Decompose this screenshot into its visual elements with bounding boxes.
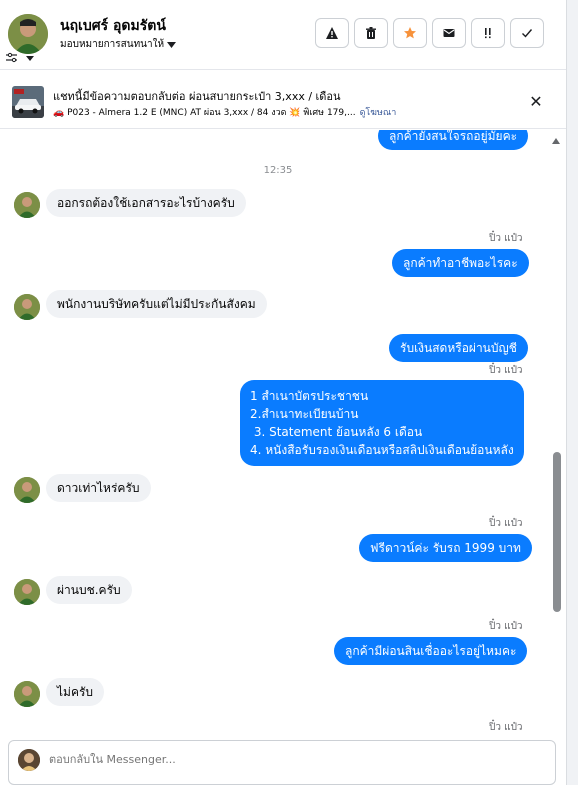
page-avatar-image <box>18 749 40 771</box>
message-bubble-incoming: ออกรถต้องใช้เอกสารอะไรบ้างครับ <box>46 189 246 217</box>
view-ad-link[interactable]: ดูโฆษณา <box>360 105 397 119</box>
message-timestamp: 12:35 <box>263 165 293 176</box>
check-icon <box>522 29 533 38</box>
contact-avatar-small[interactable] <box>14 579 40 605</box>
ad-reply-banner: แชทนี้มีข้อความตอบกลับต่อ ผ่อนสบายกระเป๋… <box>0 71 566 129</box>
contact-avatar[interactable] <box>8 14 48 54</box>
mark-unread-button[interactable] <box>432 18 466 48</box>
message-line: 4. หนังสือรับรองเงินเดือนหรือสลิปเงินเดื… <box>250 443 514 457</box>
warning-icon <box>326 27 338 39</box>
ad-thumbnail[interactable] <box>12 86 44 118</box>
avatar-image <box>14 681 40 707</box>
car-image <box>12 86 44 118</box>
assign-label: มอบหมายการสนทนาให้ <box>60 39 165 50</box>
message-bubble-outgoing: ลูกค้ายังสนใจรถอยู่มั้ยคะ <box>378 130 529 150</box>
message-bubble-incoming: ไม่ครับ <box>46 678 105 706</box>
conversation-header: นฤเบศร์ อุดมรัตน์ มอบหมายการสนทนาให้ <box>0 0 566 70</box>
message-bubble-incoming: ดาวเท่าไหร่ครับ <box>46 474 151 502</box>
message-line: 1 สำเนาบัตรประชาชน <box>250 389 369 403</box>
contact-avatar-small[interactable] <box>14 681 40 707</box>
sender-name: ปิ๋ว แป๋ว <box>489 365 523 376</box>
sender-name: ปิ๋ว แป๋ว <box>489 621 523 632</box>
report-button[interactable] <box>315 18 349 48</box>
message-bubble-incoming: พนักงานบริษัทครับแต่ไม่มีประกันสังคม <box>46 290 267 318</box>
done-button[interactable] <box>510 18 544 48</box>
envelope-icon <box>443 29 455 37</box>
message-line: 3. Statement ย้อนหลัง 6 เดือน <box>250 425 423 439</box>
message-bubble-outgoing: ลูกค้ามีผ่อนสินเชื่ออะไรอยู่ไหมคะ <box>334 637 528 665</box>
ad-subtitle: 🚗 P023 - Almera 1.2 E (MNC) AT ผ่อน 3,xx… <box>53 105 396 119</box>
message-line: 2.สำเนาทะเบียนบ้าน <box>250 407 359 421</box>
contact-name: นฤเบศร์ อุดมรัตน์ <box>60 18 166 34</box>
reply-composer <box>8 740 556 785</box>
ad-title: แชทนี้มีข้อความตอบกลับต่อ ผ่อนสบายกระเป๋… <box>53 90 341 103</box>
scroll-up-icon[interactable] <box>552 138 560 144</box>
sender-name: ปิ๋ว แป๋ว <box>489 233 523 244</box>
avatar-image <box>14 579 40 605</box>
message-bubble-outgoing: ลูกค้าทำอาชีพอะไรคะ <box>392 249 529 277</box>
contact-avatar-small[interactable] <box>14 192 40 218</box>
contact-avatar-small[interactable] <box>14 294 40 320</box>
contact-avatar-image <box>8 14 48 54</box>
contact-avatar-small[interactable] <box>14 477 40 503</box>
delete-button[interactable] <box>354 18 388 48</box>
exclamation-icon <box>485 28 491 39</box>
scrollbar-thumb[interactable] <box>553 452 561 612</box>
conversation-actions <box>315 18 544 48</box>
assign-conversation-dropdown[interactable]: มอบหมายการสนทนาให้ <box>60 37 177 52</box>
window-edge <box>566 0 578 785</box>
message-bubble-outgoing: ฟรีดาวน์ค่ะ รับรถ 1999 บาท <box>359 534 532 562</box>
message-thread[interactable]: ลูกค้ายังสนใจรถอยู่มั้ยคะ 12:35 ออกรถต้อ… <box>0 130 550 735</box>
reply-input[interactable] <box>49 753 449 766</box>
star-button[interactable] <box>393 18 427 48</box>
avatar-image <box>14 294 40 320</box>
trash-icon <box>366 27 376 39</box>
message-bubble-outgoing: รับเงินสดหรือผ่านบัญชี <box>389 334 528 362</box>
message-scrollbar[interactable] <box>550 132 562 727</box>
sender-name: ปิ๋ว แป๋ว <box>489 518 523 529</box>
ad-details: 🚗 P023 - Almera 1.2 E (MNC) AT ผ่อน 3,xx… <box>53 108 356 118</box>
avatar-image <box>14 192 40 218</box>
message-bubble-incoming: ผ่านบช.ครับ <box>46 576 132 604</box>
sender-name: ปิ๋ว แป๋ว <box>489 722 523 733</box>
caret-down-icon <box>167 41 177 48</box>
page-avatar <box>18 749 40 771</box>
avatar-image <box>14 477 40 503</box>
message-bubble-outgoing-multiline: 1 สำเนาบัตรประชาชน 2.สำเนาทะเบียนบ้าน 3.… <box>240 380 524 466</box>
close-banner-icon[interactable]: ✕ <box>527 92 545 111</box>
filter-menu-icon[interactable] <box>5 50 39 64</box>
star-icon <box>404 27 416 39</box>
follow-up-button[interactable] <box>471 18 505 48</box>
